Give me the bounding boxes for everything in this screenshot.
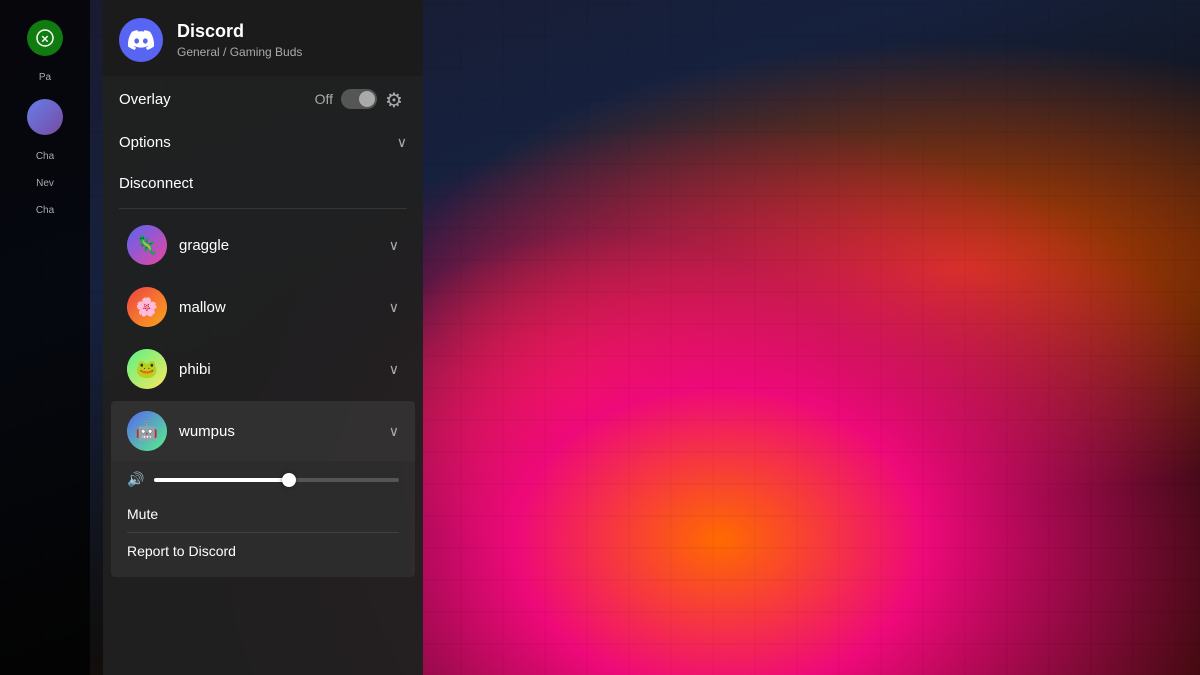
user-row-mallow[interactable]: 🌸 mallow ∨ xyxy=(111,277,415,337)
avatar-graggle: 🦎 xyxy=(127,225,167,265)
volume-fill xyxy=(154,478,289,482)
toggle-off-label: Off xyxy=(315,91,333,107)
sidebar-label-cha1: Cha xyxy=(32,151,58,162)
sidebar-avatar xyxy=(27,99,63,135)
svg-text:🦎: 🦎 xyxy=(136,234,158,255)
mallow-chevron-icon: ∨ xyxy=(389,299,399,316)
discord-header: Discord General / Gaming Buds xyxy=(103,0,423,76)
xbox-icon: ✕ xyxy=(27,20,63,56)
discord-logo xyxy=(119,18,163,62)
discord-title-group: Discord General / Gaming Buds xyxy=(177,21,302,59)
user-info-mallow: 🌸 mallow xyxy=(127,287,226,327)
report-label: Report to Discord xyxy=(127,543,236,559)
user-info-wumpus: 🤖 wumpus xyxy=(127,411,235,451)
avatar-phibi: 🐸 xyxy=(127,349,167,389)
svg-text:✕: ✕ xyxy=(41,35,49,46)
discord-panel: Discord General / Gaming Buds Overlay Of… xyxy=(103,0,423,675)
options-chevron-icon: ∨ xyxy=(397,134,407,151)
avatar-mallow: 🌸 xyxy=(127,287,167,327)
user-info-phibi: 🐸 phibi xyxy=(127,349,211,389)
svg-text:🤖: 🤖 xyxy=(136,420,158,441)
svg-text:🌸: 🌸 xyxy=(136,296,158,317)
disconnect-row[interactable]: Disconnect xyxy=(103,163,423,204)
user-row-phibi[interactable]: 🐸 phibi ∨ xyxy=(111,339,415,399)
volume-thumb[interactable] xyxy=(282,473,296,487)
disconnect-label: Disconnect xyxy=(119,175,193,192)
avatar-wumpus: 🤖 xyxy=(127,411,167,451)
mute-action-row[interactable]: Mute xyxy=(127,498,399,530)
user-list: 🦎 graggle ∨ 🌸 mallow ∨ xyxy=(103,213,423,675)
sidebar-label-pa: Pa xyxy=(35,72,55,83)
discord-title: Discord xyxy=(177,21,302,43)
divider-main xyxy=(119,208,407,209)
options-label: Options xyxy=(119,134,171,151)
svg-text:🐸: 🐸 xyxy=(136,359,158,379)
sidebar-label-nev: Nev xyxy=(32,178,58,189)
overlay-toggle-container: Off ⚙ xyxy=(315,88,407,110)
overlay-label: Overlay xyxy=(119,91,171,108)
wumpus-expanded-section: 🔊 Mute Report to Discord xyxy=(111,461,415,577)
action-divider xyxy=(127,532,399,533)
user-name-phibi: phibi xyxy=(179,361,211,378)
phibi-chevron-icon: ∨ xyxy=(389,361,399,378)
user-name-mallow: mallow xyxy=(179,299,226,316)
xbox-sidebar: ✕ Pa Cha Nev Cha xyxy=(0,0,90,675)
wumpus-chevron-icon: ∨ xyxy=(389,423,399,440)
sidebar-label-cha2: Cha xyxy=(32,205,58,216)
volume-icon: 🔊 xyxy=(127,471,144,488)
discord-subtitle: General / Gaming Buds xyxy=(177,45,302,59)
mute-label: Mute xyxy=(127,506,158,522)
user-name-graggle: graggle xyxy=(179,237,229,254)
user-name-wumpus: wumpus xyxy=(179,423,235,440)
overlay-toggle[interactable] xyxy=(341,89,377,109)
user-row-graggle[interactable]: 🦎 graggle ∨ xyxy=(111,215,415,275)
overlay-row[interactable]: Overlay Off ⚙ xyxy=(103,76,423,122)
volume-slider[interactable] xyxy=(154,478,399,482)
options-row[interactable]: Options ∨ xyxy=(103,122,423,163)
user-info-graggle: 🦎 graggle xyxy=(127,225,229,265)
volume-row: 🔊 xyxy=(127,471,399,488)
report-action-row[interactable]: Report to Discord xyxy=(127,535,399,567)
user-row-wumpus[interactable]: 🤖 wumpus ∨ xyxy=(111,401,415,461)
discord-logo-svg xyxy=(128,27,154,53)
gear-icon[interactable]: ⚙ xyxy=(385,88,407,110)
graggle-chevron-icon: ∨ xyxy=(389,237,399,254)
